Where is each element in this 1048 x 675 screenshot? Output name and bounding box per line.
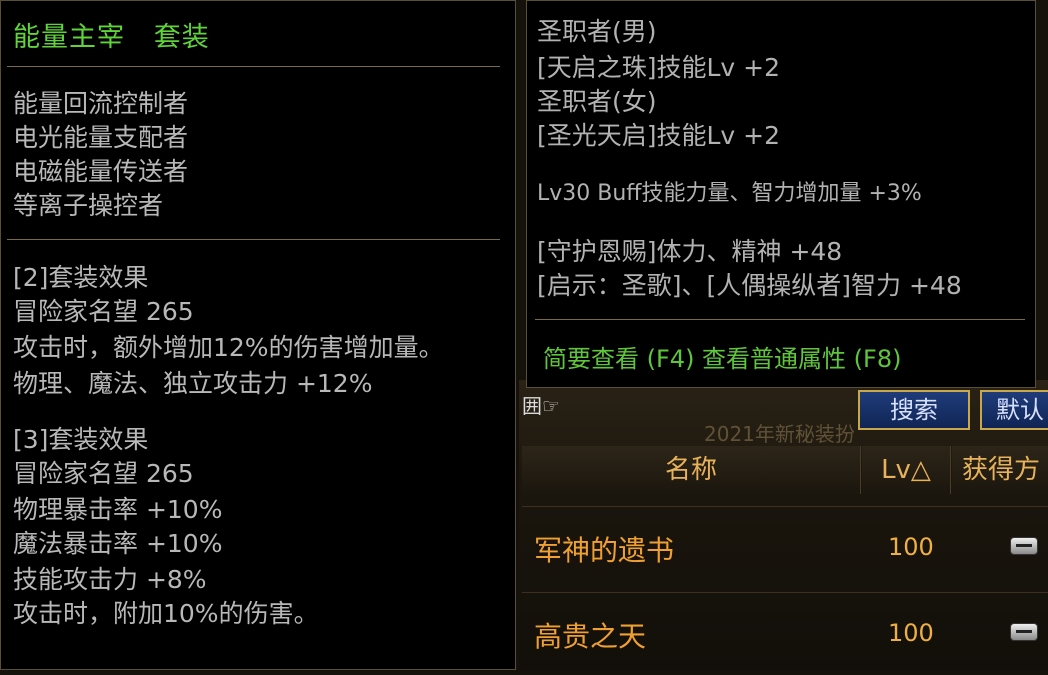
item-level: 100 (888, 533, 934, 561)
item-name: 高贵之天 (534, 620, 647, 653)
set3-line: 魔法暴击率 +10% (13, 529, 223, 558)
role-line: 电磁能量传送者 (13, 157, 189, 186)
role-line: 等离子操控者 (13, 191, 164, 220)
skill-line: [圣光天启]技能Lv +2 (537, 121, 781, 150)
set-tooltip: 能量主宰 套装 能量回流控制者 电光能量支配者 电磁能量传送者 等离子操控者 [… (0, 0, 516, 670)
stat-line: [守护恩赐]体力、精神 +48 (537, 237, 843, 266)
set3-line: 物理暴击率 +10% (13, 495, 223, 524)
column-header-level[interactable]: Lv△ (862, 446, 951, 494)
item-name: 军神的遗书 (534, 534, 675, 567)
divider (535, 319, 1025, 320)
divider (7, 66, 500, 67)
set3-header: [3]套装效果 (13, 425, 149, 454)
list-item[interactable]: 高贵之天 100 (522, 592, 1048, 675)
set3-line: 攻击时，附加10%的伤害。 (13, 599, 319, 628)
class-line: 圣职者(男) (537, 17, 657, 46)
set-title: 能量主宰 套装 (13, 22, 210, 53)
set2-line: 冒险家名望 265 (13, 297, 194, 326)
divider (7, 239, 500, 240)
column-header-source[interactable]: 获得方 (952, 446, 1048, 494)
set3-line: 冒险家名望 265 (13, 459, 194, 488)
minus-icon[interactable] (1010, 537, 1038, 555)
column-header-name[interactable]: 名称 (522, 446, 861, 494)
skill-line: [天启之珠]技能Lv +2 (537, 53, 781, 82)
item-tooltip: 圣职者(男) [天启之珠]技能Lv +2 圣职者(女) [圣光天启]技能Lv +… (526, 0, 1036, 388)
shortcut-hint: 简要查看 (F4) 查看普通属性 (F8) (543, 345, 902, 373)
set2-header: [2]套装效果 (13, 263, 149, 292)
set2-line: 攻击时，额外增加12%的伤害增加量。 (13, 333, 444, 362)
role-line: 电光能量支配者 (13, 123, 189, 152)
minus-icon[interactable] (1010, 623, 1038, 641)
stat-line: [启示：圣歌]、[人偶操纵者]智力 +48 (537, 271, 962, 300)
list-item[interactable]: 军神的遗书 100 (522, 506, 1048, 589)
role-line: 能量回流控制者 (13, 89, 189, 118)
default-button[interactable]: 默认 (980, 390, 1048, 430)
search-button[interactable]: 搜索 (858, 390, 970, 430)
item-level: 100 (888, 619, 934, 647)
list-category-title: 2021年新秘装扮 (704, 422, 855, 446)
set3-line: 技能攻击力 +8% (13, 565, 207, 594)
list-header: 名称 Lv△ 获得方 (522, 446, 1048, 496)
hand-cursor-icon: 囲☞ (522, 394, 560, 418)
buff-line: Lv30 Buff技能力量、智力增加量 +3% (537, 181, 922, 206)
class-line: 圣职者(女) (537, 87, 657, 116)
set2-line: 物理、魔法、独立攻击力 +12% (13, 369, 373, 398)
